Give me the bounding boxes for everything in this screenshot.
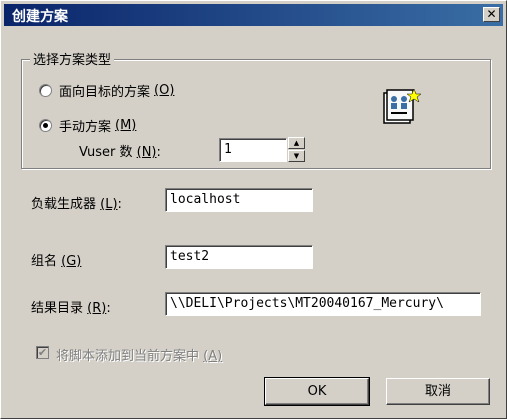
manual-label: 手动方案 <box>59 120 112 135</box>
results-dir-input[interactable]: \\DELI\Projects\MT20040167_Mercury\ <box>165 292 481 316</box>
manual-radio[interactable] <box>39 119 52 132</box>
vuser-count-input[interactable]: 1 <box>219 138 287 162</box>
goal-oriented-mnemonic: (O) <box>154 83 175 98</box>
title-bar[interactable]: 创建方案 ✕ <box>4 4 503 26</box>
goal-oriented-radio-option[interactable]: 面向目标的方案 (O) <box>39 81 174 100</box>
goal-oriented-label: 面向目标的方案 <box>59 85 151 100</box>
scenario-type-group-label: 选择方案类型 <box>30 49 115 68</box>
results-dir-label: 结果目录 (R): <box>31 301 111 316</box>
vuser-count-spin-down[interactable]: ▼ <box>288 150 305 162</box>
group-name-input[interactable]: test2 <box>165 245 313 269</box>
load-generator-input[interactable]: localhost <box>165 188 313 212</box>
vuser-count-label: Vuser 数 (N): <box>79 145 161 160</box>
group-name-label: 组名 (G) <box>31 254 82 269</box>
manual-radio-option[interactable]: 手动方案 (M) <box>39 116 136 135</box>
add-script-label: 将脚本添加到当前方案中 (A) <box>56 349 223 364</box>
close-icon: ✕ <box>486 7 497 21</box>
scenario-document-icon <box>383 88 421 124</box>
window-title: 创建方案 <box>12 9 68 25</box>
create-scenario-dialog: 创建方案 ✕ 选择方案类型 面向目标的方案 (O) 手动方案 (M) Vuser… <box>0 0 507 419</box>
cancel-button[interactable]: 取消 <box>386 378 490 405</box>
vuser-count-spin-up[interactable]: ▲ <box>288 137 305 149</box>
goal-oriented-radio[interactable] <box>39 84 52 97</box>
manual-mnemonic: (M) <box>115 118 137 133</box>
load-generator-label: 负载生成器 (L): <box>31 197 122 212</box>
add-script-checkbox[interactable]: ✔ <box>36 346 49 359</box>
close-button[interactable]: ✕ <box>483 7 500 22</box>
ok-button[interactable]: OK <box>264 377 370 406</box>
